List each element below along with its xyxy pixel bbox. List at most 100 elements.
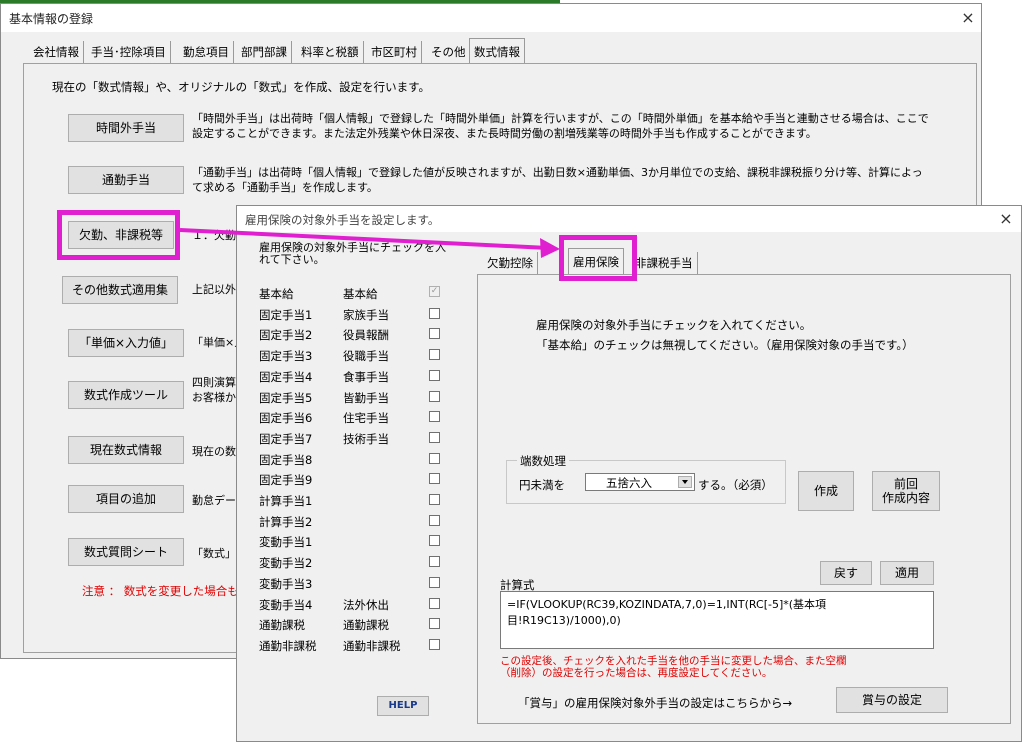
create-button[interactable]: 作成 [798, 471, 854, 511]
current-formula-button[interactable]: 現在数式情報 [68, 436, 184, 464]
item-name: 住宅手当 [343, 411, 389, 426]
item-code: 固定手当6 [259, 411, 313, 426]
item-checkbox[interactable] [429, 369, 440, 381]
formula-questions-button[interactable]: 数式質問シート [68, 538, 184, 566]
tab-nontax-allowance[interactable]: 非課税手当 [631, 252, 698, 274]
dialog-tab-panel: 雇用保険の対象外手当にチェックを入れてください。 「基本給」のチェックは無視して… [477, 274, 1011, 724]
item-row: 計算手当1 [259, 491, 469, 511]
formula-textbox[interactable]: =IF(VLOOKUP(RC39,KOZINDATA,7,0)=1,INT(RC… [500, 591, 934, 649]
item-row: 変動手当2 [259, 553, 469, 573]
commute-button[interactable]: 通勤手当 [68, 166, 184, 194]
item-name: 家族手当 [343, 307, 389, 322]
formula-tool-button[interactable]: 数式作成ツール [68, 381, 184, 409]
rounding-group: 端数処理 円未満を 五捨六入 する。（必須） [506, 453, 786, 504]
item-code: 固定手当5 [259, 390, 313, 405]
previous-content-button[interactable]: 前回 作成内容 [872, 471, 940, 511]
tab-allowance[interactable]: 手当･控除項目 [87, 41, 171, 63]
overtime-desc: 「時間外手当」は出荷時「個人情報」で登録した「時間外単価」計算を行いますが、この… [192, 112, 929, 140]
unit-price-button[interactable]: 「単価×入力値」 [68, 329, 184, 357]
item-row: 通勤非課税 通勤非課税 [259, 636, 469, 656]
dropdown-arrow-icon[interactable] [678, 476, 692, 488]
tab-absence[interactable]: 欠勤控除 [483, 252, 538, 274]
close-icon[interactable]: × [959, 9, 977, 27]
add-item-button[interactable]: 項目の追加 [68, 485, 184, 513]
item-row: 固定手当9 [259, 470, 469, 490]
other-formulas-button[interactable]: その他数式適用集 [62, 276, 178, 304]
item-name: 基本給 [343, 287, 378, 301]
item-checkbox[interactable] [429, 597, 440, 609]
item-checkbox[interactable] [429, 576, 440, 588]
item-checkbox[interactable] [429, 618, 440, 630]
item-code: 通勤課税 [259, 618, 305, 633]
item-code: 固定手当1 [259, 307, 313, 322]
tab-company[interactable]: 会社情報 [29, 41, 84, 63]
overtime-button[interactable]: 時間外手当 [68, 114, 184, 142]
item-name: 通勤課税 [343, 618, 389, 633]
item-name: 法外休出 [343, 597, 389, 612]
rounding-select-value: 五捨六入 [606, 476, 652, 490]
item-name: 役員報酬 [343, 328, 389, 343]
item-row: 固定手当4 食事手当 [259, 367, 469, 387]
dialog-close-icon[interactable]: × [997, 210, 1015, 228]
item-code: 固定手当4 [259, 369, 313, 384]
item-code: 変動手当3 [259, 576, 313, 591]
item-checkbox[interactable] [429, 556, 440, 568]
item-checkbox[interactable] [429, 307, 440, 319]
item-checkbox[interactable] [429, 328, 440, 340]
item-checkbox[interactable] [429, 431, 440, 443]
dialog-titlebar: 雇用保険の対象外手当を設定します。 × [237, 206, 1021, 232]
highlight-insurance-tab [559, 235, 637, 281]
item-code: 通勤非課税 [259, 638, 317, 653]
item-checkbox[interactable] [429, 390, 440, 402]
rounding-prefix: 円未満を [519, 478, 565, 492]
item-row: 変動手当4 法外休出 [259, 595, 469, 615]
hoken-dialog: 雇用保険の対象外手当を設定します。 × 雇用保険の対象外手当にチェックを入れて下… [236, 205, 1022, 742]
back-button[interactable]: 戻す [820, 561, 872, 585]
item-code: 固定手当8 [259, 452, 313, 467]
tab-rates[interactable]: 料率と税額 [297, 41, 364, 63]
item-checkbox[interactable] [429, 494, 440, 505]
item-checkbox[interactable] [429, 535, 440, 547]
item-code: 変動手当2 [259, 556, 313, 571]
dialog-instruction: 雇用保険の対象外手当にチェックを入れて下さい。 [259, 241, 446, 266]
item-code: 変動手当1 [259, 535, 313, 550]
item-row: 固定手当1 家族手当 [259, 305, 469, 325]
item-name: 技術手当 [343, 431, 389, 446]
apply-button[interactable]: 適用 [880, 561, 934, 585]
highlight-absence-button [57, 210, 180, 260]
item-code: 基本給 [259, 287, 294, 301]
item-code: 固定手当7 [259, 431, 313, 446]
main-window-title: 基本情報の登録 [9, 12, 94, 26]
item-row: 固定手当3 役職手当 [259, 346, 469, 366]
rounding-suffix: する。（必須） [698, 478, 773, 492]
help-button[interactable]: HELP [377, 696, 429, 716]
item-row: 通勤課税 通勤課税 [259, 615, 469, 635]
item-checkbox[interactable] [429, 349, 440, 361]
notice-text: 注意 ： 数式を変更した場合も [82, 584, 239, 598]
panel-line2: 「基本給」のチェックは無視してください。（雇用保険対象の手当です。） [536, 338, 914, 352]
main-titlebar: 基本情報の登録 × [1, 4, 981, 32]
tab-municipality[interactable]: 市区町村 [367, 41, 422, 63]
item-code: 固定手当2 [259, 328, 313, 343]
item-code: 変動手当4 [259, 597, 313, 612]
item-code: 固定手当9 [259, 473, 313, 488]
item-checkbox[interactable] [429, 473, 440, 485]
item-checkbox[interactable] [429, 514, 440, 526]
tab-formula[interactable]: 数式情報 [469, 38, 525, 64]
tab-attendance[interactable]: 勤怠項目 [179, 41, 234, 63]
tab-other[interactable]: その他 [427, 41, 471, 63]
item-code: 計算手当1 [259, 494, 313, 508]
item-checkbox[interactable] [429, 638, 440, 650]
bonus-settings-button[interactable]: 賞与の設定 [836, 687, 948, 713]
rounding-select[interactable]: 五捨六入 [585, 473, 695, 491]
item-checkbox[interactable] [429, 452, 440, 464]
item-row: 変動手当1 [259, 532, 469, 552]
item-row: 基本給 基本給 ✓ [259, 284, 469, 304]
item-row: 固定手当5 皆勤手当 [259, 388, 469, 408]
tab-department[interactable]: 部門部課 [237, 41, 292, 63]
item-name: 食事手当 [343, 369, 389, 384]
item-checkbox[interactable] [429, 411, 440, 423]
item-row: 固定手当2 役員報酬 [259, 325, 469, 345]
panel-line1: 雇用保険の対象外手当にチェックを入れてください。 [536, 318, 812, 332]
item-checkbox: ✓ [429, 286, 440, 297]
